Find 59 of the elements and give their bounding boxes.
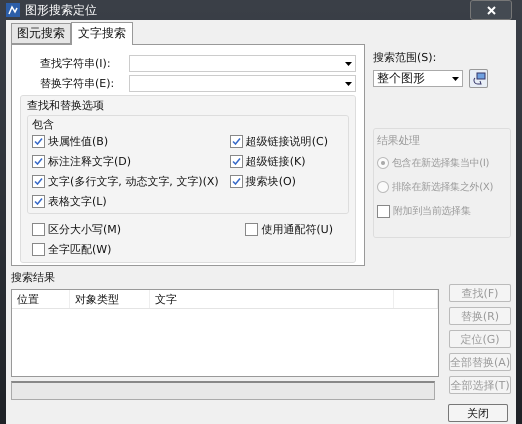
checkbox[interactable] xyxy=(230,154,243,168)
group-title: 包含 xyxy=(32,117,55,132)
results-title: 搜索结果 xyxy=(11,270,56,285)
checkbox-option[interactable]: 搜索块(O) xyxy=(230,172,328,190)
field-label: 查找字符串(I): xyxy=(40,56,112,71)
option-label: 使用通配符(U) xyxy=(261,222,333,236)
window-title: 图形搜索定位 xyxy=(25,2,98,18)
option-label: 区分大小写(M) xyxy=(48,222,122,236)
checkbox[interactable] xyxy=(32,154,45,168)
tab[interactable]: 图元搜索 xyxy=(11,23,71,44)
select-objects-button[interactable] xyxy=(469,69,488,88)
app-icon xyxy=(6,3,20,17)
checkbox-option[interactable]: 全字匹配(W) xyxy=(32,240,122,258)
checkbox-option[interactable]: 标注注释文字(D) xyxy=(32,152,219,170)
option-label: 附加到当前选择集 xyxy=(393,204,471,218)
checkbox-option[interactable]: 表格文字(L) xyxy=(32,192,219,210)
option-label: 块属性值(B) xyxy=(48,134,108,148)
checkbox-option[interactable]: 超级链接(K) xyxy=(230,152,328,170)
close-icon xyxy=(486,6,496,14)
close-dialog-button[interactable]: 关闭 xyxy=(448,404,508,422)
column-header[interactable]: 文字 xyxy=(150,290,394,308)
checkbox-option[interactable]: 使用通配符(U) xyxy=(245,220,333,238)
checkbox[interactable] xyxy=(245,222,258,236)
option-label: 全字匹配(W) xyxy=(48,242,112,256)
field-label: 替换字符串(E): xyxy=(40,76,116,91)
scope-label: 搜索范围(S): xyxy=(373,50,438,65)
combo-field[interactable] xyxy=(128,55,356,72)
checkbox[interactable] xyxy=(32,194,45,208)
checkbox[interactable] xyxy=(32,242,45,256)
checkbox-option[interactable]: 超级链接说明(C) xyxy=(230,132,328,150)
option-label: 搜索块(O) xyxy=(246,174,296,188)
checkbox[interactable] xyxy=(32,222,45,236)
group-title: 查找和替换选项 xyxy=(27,98,105,113)
group-title: 结果处理 xyxy=(377,133,421,148)
results-list[interactable]: 位置 对象类型 文字 xyxy=(11,289,439,377)
checkbox-option[interactable]: 块属性值(B) xyxy=(32,132,219,150)
scope-dropdown[interactable]: 整个图形 xyxy=(373,70,463,87)
column-header[interactable]: 对象类型 xyxy=(70,290,150,308)
dropdown-arrow-icon xyxy=(452,76,459,80)
option-label: 文字(多行文字, 动态文字, 文字)(X) xyxy=(48,174,219,188)
dropdown-arrow-icon xyxy=(345,82,352,86)
option-label: 超级链接说明(C) xyxy=(246,134,328,148)
option-label: 包含在新选择集当中(I) xyxy=(392,156,490,170)
checkbox[interactable] xyxy=(32,134,45,148)
option-label: 表格文字(L) xyxy=(48,194,107,208)
checkbox-option[interactable]: 文字(多行文字, 动态文字, 文字)(X) xyxy=(32,172,219,190)
checkbox[interactable] xyxy=(230,134,243,148)
tab[interactable]: 文字搜索 xyxy=(71,22,133,45)
close-button[interactable] xyxy=(470,0,512,20)
checkbox-option[interactable]: 区分大小写(M) xyxy=(32,220,122,238)
option-label: 标注注释文字(D) xyxy=(48,154,132,168)
dropdown-arrow-icon xyxy=(345,62,352,66)
checkbox[interactable] xyxy=(230,174,243,188)
option-label: 排除在新选择集之外(X) xyxy=(392,180,494,194)
cursor-icon xyxy=(472,72,486,86)
combo-field[interactable] xyxy=(128,75,356,92)
checkbox[interactable] xyxy=(32,174,45,188)
column-header[interactable]: 位置 xyxy=(12,290,70,308)
option-label: 超级链接(K) xyxy=(246,154,306,168)
